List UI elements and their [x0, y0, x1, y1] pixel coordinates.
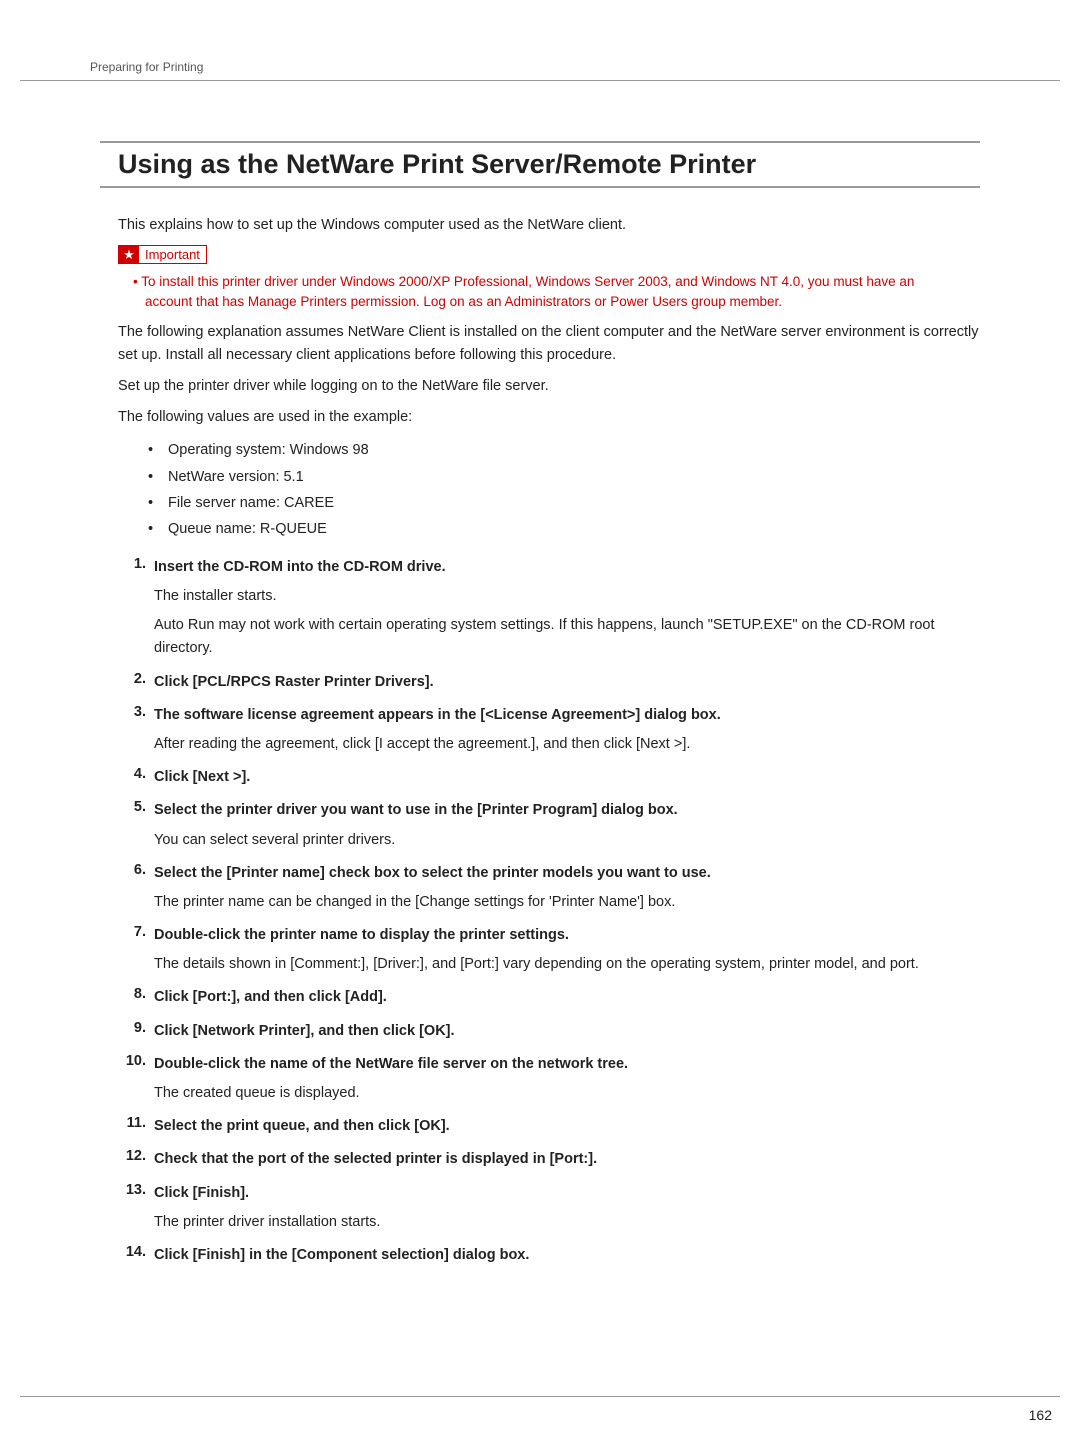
- important-note: • To install this printer driver under W…: [145, 272, 962, 313]
- step-description: The created queue is displayed.: [154, 1082, 980, 1105]
- page-title: Using as the NetWare Print Server/Remote…: [100, 141, 980, 188]
- step-title: Double-click the name of the NetWare fil…: [154, 1053, 980, 1076]
- page-number: 162: [1029, 1407, 1052, 1423]
- step-description: After reading the agreement, click [I ac…: [154, 733, 980, 756]
- paragraph: Set up the printer driver while logging …: [118, 375, 980, 398]
- intro-text: This explains how to set up the Windows …: [118, 214, 980, 237]
- step-title: Insert the CD-ROM into the CD-ROM drive.: [154, 556, 980, 579]
- step: Select the printer driver you want to us…: [118, 799, 980, 851]
- step: Click [PCL/RPCS Raster Printer Drivers].: [118, 671, 980, 694]
- step-title: Click [Finish].: [154, 1182, 980, 1205]
- step-title: Click [PCL/RPCS Raster Printer Drivers].: [154, 671, 980, 694]
- paragraph: The following explanation assumes NetWar…: [118, 321, 980, 367]
- list-item: NetWare version: 5.1: [148, 464, 980, 490]
- step-title: Double-click the printer name to display…: [154, 924, 980, 947]
- step: Check that the port of the selected prin…: [118, 1148, 980, 1171]
- step: Click [Next >].: [118, 766, 980, 789]
- step: Select the print queue, and then click […: [118, 1115, 980, 1138]
- important-tag: ★ Important: [118, 245, 207, 264]
- step: Insert the CD-ROM into the CD-ROM drive.…: [118, 556, 980, 661]
- step-title: Click [Next >].: [154, 766, 980, 789]
- running-header: Preparing for Printing: [20, 60, 1060, 81]
- step-title: The software license agreement appears i…: [154, 704, 980, 727]
- step: Double-click the printer name to display…: [118, 924, 980, 976]
- step-title: Select the printer driver you want to us…: [154, 799, 980, 822]
- step-title: Check that the port of the selected prin…: [154, 1148, 980, 1171]
- paragraph: The following values are used in the exa…: [118, 406, 980, 429]
- step-title: Click [Finish] in the [Component selecti…: [154, 1244, 980, 1267]
- step: Click [Finish] in the [Component selecti…: [118, 1244, 980, 1267]
- step-title: Click [Port:], and then click [Add].: [154, 986, 980, 1009]
- step: Double-click the name of the NetWare fil…: [118, 1053, 980, 1105]
- important-label: Important: [139, 246, 206, 263]
- step: Click [Finish]. The printer driver insta…: [118, 1182, 980, 1234]
- list-item: File server name: CAREE: [148, 490, 980, 516]
- step: Select the [Printer name] check box to s…: [118, 862, 980, 914]
- list-item: Queue name: R-QUEUE: [148, 516, 980, 542]
- step-description: The details shown in [Comment:], [Driver…: [154, 953, 980, 976]
- step: Click [Port:], and then click [Add].: [118, 986, 980, 1009]
- star-icon: ★: [119, 246, 139, 263]
- list-item: Operating system: Windows 98: [148, 437, 980, 463]
- content-area: Using as the NetWare Print Server/Remote…: [100, 141, 980, 1267]
- step-title: Click [Network Printer], and then click …: [154, 1020, 980, 1043]
- step: The software license agreement appears i…: [118, 704, 980, 756]
- step-description: The installer starts.: [154, 585, 980, 608]
- document-page: Preparing for Printing Using as the NetW…: [0, 0, 1080, 1297]
- step-description: The printer name can be changed in the […: [154, 891, 980, 914]
- step-description: Auto Run may not work with certain opera…: [154, 614, 980, 660]
- procedure-steps: Insert the CD-ROM into the CD-ROM drive.…: [118, 556, 980, 1267]
- step: Click [Network Printer], and then click …: [118, 1020, 980, 1043]
- step-title: Select the [Printer name] check box to s…: [154, 862, 980, 885]
- step-description: The printer driver installation starts.: [154, 1211, 980, 1234]
- example-values-list: Operating system: Windows 98 NetWare ver…: [148, 437, 980, 541]
- step-description: You can select several printer drivers.: [154, 829, 980, 852]
- step-title: Select the print queue, and then click […: [154, 1115, 980, 1138]
- footer-divider: [20, 1396, 1060, 1397]
